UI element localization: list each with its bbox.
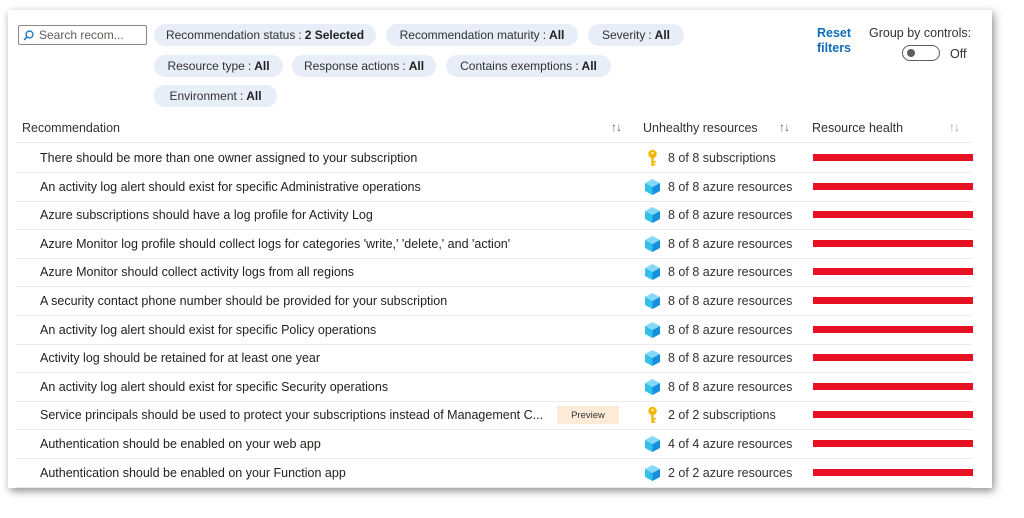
key-icon bbox=[644, 406, 661, 424]
filter-value: All bbox=[581, 59, 597, 73]
cube-icon bbox=[644, 178, 661, 196]
table-row[interactable]: Azure Monitor should collect activity lo… bbox=[16, 258, 973, 286]
resource-health-bar bbox=[813, 411, 973, 419]
cube-icon bbox=[644, 378, 661, 396]
filter-value: 2 Selected bbox=[304, 28, 365, 42]
filter-severity[interactable]: Severity: All bbox=[588, 24, 684, 46]
search-box[interactable]: Search recom... bbox=[18, 25, 147, 45]
search-icon bbox=[23, 29, 34, 40]
resource-health-bar bbox=[813, 440, 973, 447]
filter-response-actions[interactable]: Response actions: All bbox=[292, 55, 436, 77]
table-row[interactable]: Service principals should be used to pro… bbox=[16, 401, 973, 429]
unhealthy-resources-count: 8 of 8 subscriptions bbox=[668, 151, 776, 165]
table-row[interactable]: Authentication should be enabled on your… bbox=[16, 430, 973, 458]
unhealthy-resources-count: 8 of 8 azure resources bbox=[668, 351, 793, 366]
column-header-recommendation[interactable]: Recommendation bbox=[22, 121, 120, 135]
filter-recommendation-maturity[interactable]: Recommendation maturity: All bbox=[386, 24, 578, 46]
resource-health-bar bbox=[813, 468, 973, 476]
unhealthy-resources-count: 2 of 2 azure resources bbox=[668, 465, 793, 480]
recommendation-name[interactable]: An activity log alert should exist for s… bbox=[40, 380, 388, 394]
resource-health-bar bbox=[813, 239, 973, 247]
recommendation-name[interactable]: A security contact phone number should b… bbox=[40, 294, 447, 308]
table-row[interactable]: A security contact phone number should b… bbox=[16, 287, 973, 315]
recommendation-name[interactable]: Azure Monitor should collect activity lo… bbox=[40, 265, 354, 279]
unhealthy-resources-count: 8 of 8 azure resources bbox=[668, 322, 793, 337]
cube-icon bbox=[644, 349, 661, 367]
filter-label: Severity bbox=[601, 28, 646, 42]
table-row[interactable]: There should be more than one owner assi… bbox=[16, 144, 973, 172]
filter-label: Resource type bbox=[167, 59, 245, 73]
recommendation-name[interactable]: Service principals should be used to pro… bbox=[40, 408, 543, 422]
recommendation-name[interactable]: There should be more than one owner assi… bbox=[40, 151, 417, 165]
table-row[interactable]: Azure Monitor log profile should collect… bbox=[16, 230, 973, 258]
table-row[interactable]: Activity log should be retained for at l… bbox=[16, 344, 973, 372]
unhealthy-resources-count: 8 of 8 azure resources bbox=[668, 179, 793, 194]
unhealthy-resources-count: 2 of 2 subscriptions bbox=[668, 408, 776, 423]
row-divider bbox=[16, 486, 972, 488]
sort-icon[interactable]: ↑↓ bbox=[949, 120, 960, 134]
table-row[interactable]: Authentication should be enabled on your… bbox=[16, 459, 973, 487]
column-header-resource-health[interactable]: Resource health bbox=[812, 121, 903, 135]
cube-icon bbox=[644, 321, 661, 339]
filter-environment[interactable]: Environment: All bbox=[154, 85, 277, 107]
resource-health-bar bbox=[813, 182, 973, 190]
toggle-state-label: Off bbox=[950, 47, 967, 61]
reset-filters-link[interactable]: Reset filters bbox=[814, 26, 854, 56]
resource-health-bar bbox=[813, 382, 973, 390]
cube-icon bbox=[644, 235, 661, 253]
filter-label: Recommendation status bbox=[165, 28, 296, 42]
cube-icon bbox=[644, 263, 661, 281]
filter-resource-type[interactable]: Resource type: All bbox=[154, 55, 283, 77]
unhealthy-resources-count: 8 of 8 azure resources bbox=[668, 236, 793, 251]
column-header-unhealthy-resources[interactable]: Unhealthy resources bbox=[643, 121, 758, 135]
recommendation-name[interactable]: Azure subscriptions should have a log pr… bbox=[40, 208, 373, 222]
filter-value: All bbox=[549, 28, 565, 42]
table-row[interactable]: An activity log alert should exist for s… bbox=[16, 316, 973, 344]
resource-health-bar bbox=[813, 211, 973, 219]
filter-label: Contains exemptions bbox=[460, 59, 573, 73]
recommendation-name[interactable]: Activity log should be retained for at l… bbox=[40, 351, 320, 365]
group-by-controls-toggle[interactable] bbox=[902, 45, 940, 61]
cube-icon bbox=[644, 435, 661, 453]
resource-health-bar bbox=[813, 297, 973, 304]
filter-value: All bbox=[408, 59, 425, 73]
recommendation-name[interactable]: Azure Monitor log profile should collect… bbox=[40, 237, 510, 251]
filter-value: All bbox=[254, 59, 270, 73]
search-input[interactable]: Search recom... bbox=[39, 28, 124, 42]
recommendations-panel: Search recom... Recommendation status:2 … bbox=[8, 10, 992, 488]
filter-label: Recommendation maturity bbox=[399, 28, 540, 42]
sort-icon[interactable]: ↑↓ bbox=[779, 120, 790, 134]
cube-icon bbox=[644, 206, 661, 224]
recommendation-name[interactable]: An activity log alert should exist for s… bbox=[40, 323, 376, 337]
table-row[interactable]: Azure subscriptions should have a log pr… bbox=[16, 201, 973, 229]
key-icon bbox=[644, 149, 661, 167]
header-divider bbox=[16, 142, 972, 143]
recommendation-name[interactable]: Authentication should be enabled on your… bbox=[40, 437, 321, 451]
table-row[interactable]: An activity log alert should exist for s… bbox=[16, 173, 973, 201]
resource-health-bar bbox=[813, 154, 973, 161]
unhealthy-resources-count: 8 of 8 azure resources bbox=[668, 208, 793, 223]
unhealthy-resources-count: 8 of 8 azure resources bbox=[668, 294, 793, 308]
recommendation-name[interactable]: Authentication should be enabled on your… bbox=[40, 466, 346, 480]
unhealthy-resources-count: 8 of 8 azure resources bbox=[668, 379, 793, 394]
cube-icon bbox=[644, 464, 661, 482]
table-row[interactable]: An activity log alert should exist for s… bbox=[16, 373, 973, 401]
recommendation-name[interactable]: An activity log alert should exist for s… bbox=[40, 180, 421, 194]
filter-value: All bbox=[654, 28, 671, 42]
unhealthy-resources-count: 8 of 8 azure resources bbox=[668, 265, 793, 280]
preview-badge: Preview bbox=[557, 406, 619, 425]
unhealthy-resources-count: 4 of 4 azure resources bbox=[668, 437, 793, 451]
resource-health-bar bbox=[813, 268, 973, 276]
filter-label: Environment bbox=[169, 89, 237, 103]
resource-health-bar bbox=[813, 325, 973, 333]
sort-icon[interactable]: ↑↓ bbox=[611, 120, 622, 134]
filter-recommendation-status[interactable]: Recommendation status:2 Selected bbox=[154, 24, 376, 46]
filter-contains-exemptions[interactable]: Contains exemptions: All bbox=[446, 55, 611, 77]
filter-value: All bbox=[246, 89, 262, 103]
toggle-knob bbox=[907, 49, 915, 57]
group-by-controls-label: Group by controls: bbox=[869, 26, 972, 40]
cube-icon bbox=[644, 292, 661, 310]
filter-label: Response actions bbox=[303, 59, 400, 73]
resource-health-bar bbox=[813, 354, 973, 362]
